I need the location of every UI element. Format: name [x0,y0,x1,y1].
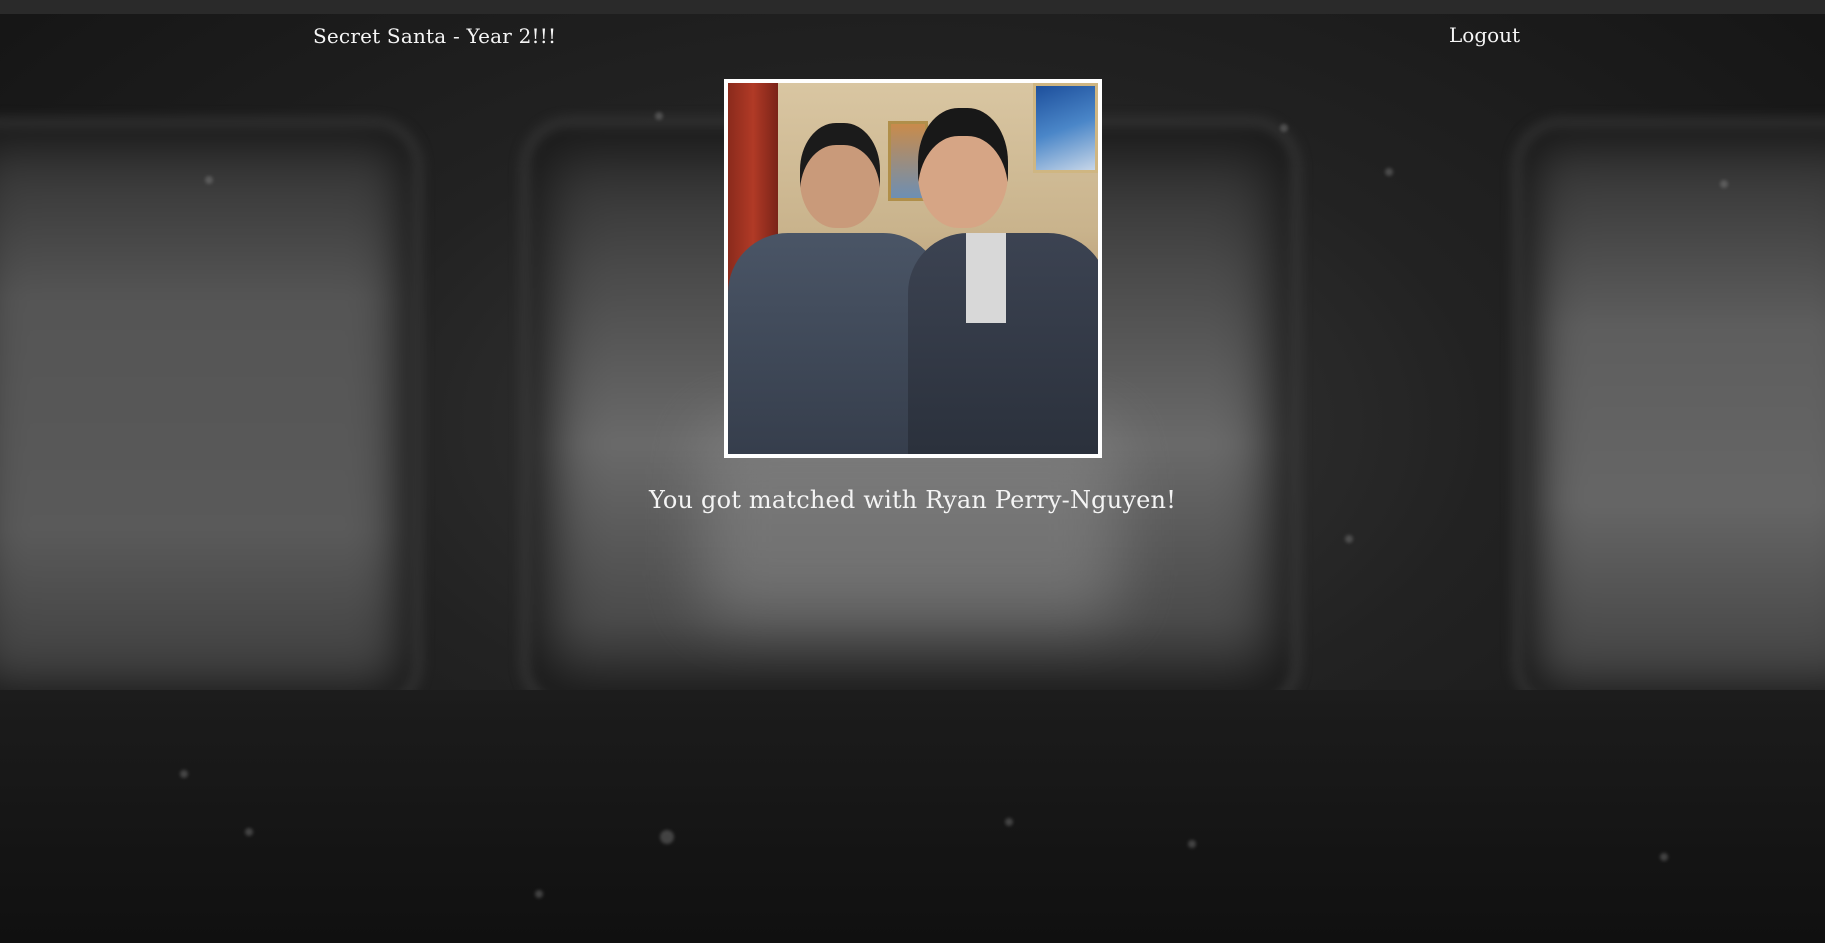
snowflake [1188,840,1196,848]
brand-link[interactable]: Secret Santa - Year 2!!! [313,24,556,48]
background-window-left [0,125,415,705]
snowflake [660,830,674,844]
snowflake [1005,818,1013,826]
snowflake [1385,168,1393,176]
logout-link[interactable]: Logout [1449,23,1520,47]
background-window-right [1520,125,1825,705]
snowflake [1720,180,1728,188]
snowflake [655,112,663,120]
snowflake [1280,124,1288,132]
photo-wall-painting [1033,83,1098,173]
snowflake [535,890,543,898]
photo-person-right-shirt [966,233,1006,323]
match-photo-frame [724,79,1102,458]
photo-person-left-head [800,123,880,228]
top-nav: Secret Santa - Year 2!!! Logout [0,0,1825,70]
match-message: You got matched with Ryan Perry-Nguyen! [648,486,1177,514]
snowflake [1345,535,1353,543]
snowflake [245,828,253,836]
snowflake [180,770,188,778]
background-floor [0,690,1825,943]
snowflake [1660,853,1668,861]
match-photo [728,83,1098,454]
photo-person-right-head [918,108,1008,228]
snowflake [205,176,213,184]
